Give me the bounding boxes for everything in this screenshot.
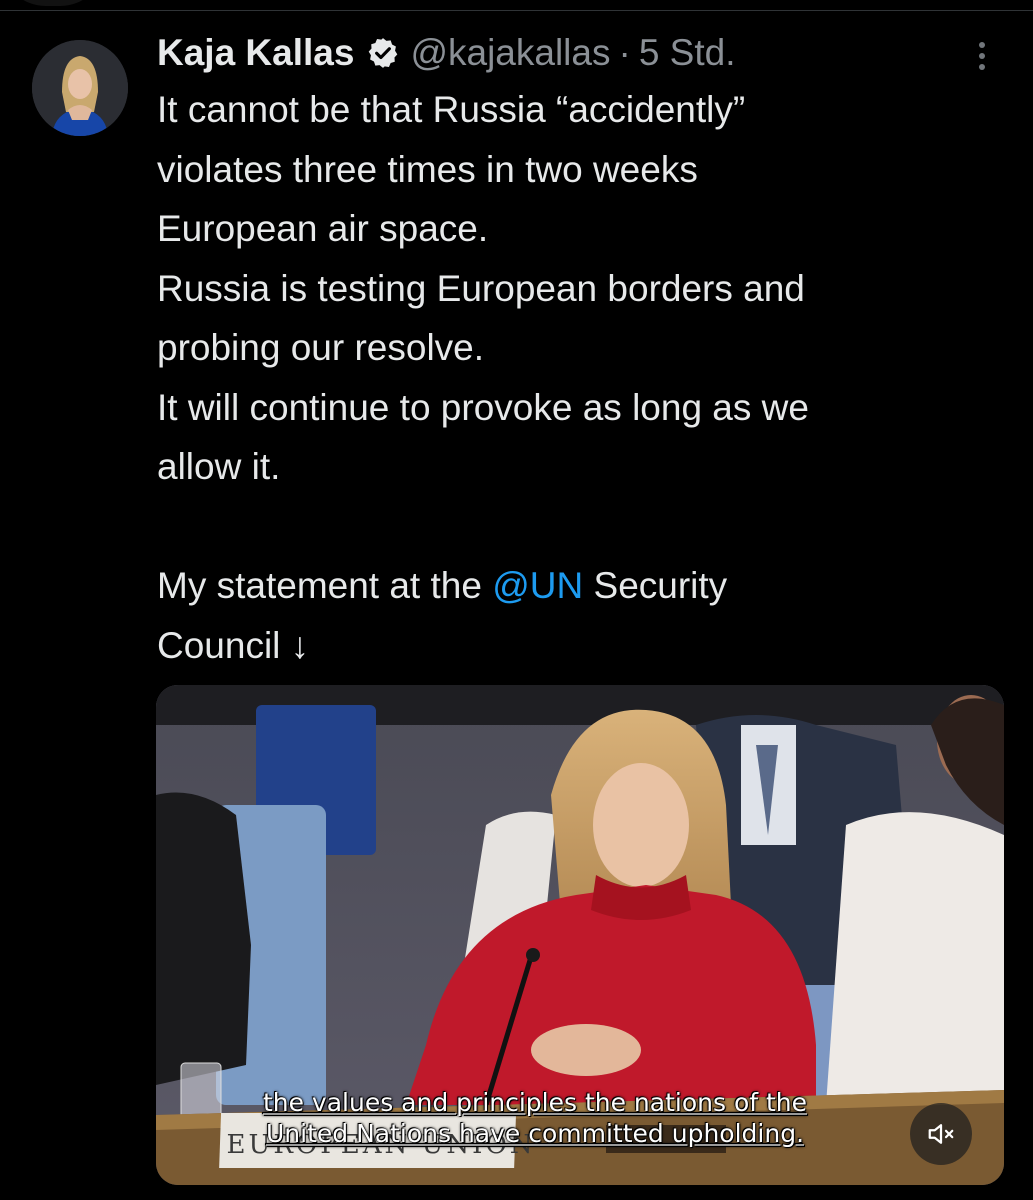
tweet-header: Kaja Kallas @kajakallas · 5 Std. (157, 28, 736, 78)
caption-line: United Nations have committed upholding. (265, 1119, 805, 1148)
tweet-text-line (157, 497, 997, 557)
tweet-text-line: violates three times in two weeks (157, 148, 698, 190)
tweet-text-line: It cannot be that Russia “accidently” (157, 89, 746, 130)
tweet-statement-line: Council ↓ (157, 624, 310, 666)
mute-button[interactable] (910, 1103, 972, 1165)
user-handle[interactable]: @kajakallas (410, 32, 610, 74)
caption-line: the values and principles the nations of… (262, 1088, 808, 1117)
tweet-text-line: Russia is testing European borders and (157, 267, 805, 309)
more-options-icon[interactable] (968, 36, 996, 76)
tweet-text-line: probing our resolve. (157, 327, 485, 368)
statement-text: Security (583, 565, 728, 606)
tweet-text-line: allow it. (157, 446, 281, 487)
tweet-text-line: European air space. (157, 208, 489, 249)
tweet-text-line: It will continue to provoke as long as w… (157, 386, 809, 428)
verified-badge-icon (366, 36, 400, 70)
video-caption: the values and principles the nations of… (156, 1087, 1004, 1149)
speaker-muted-icon (926, 1119, 956, 1149)
mention-link-un[interactable]: @UN (492, 565, 583, 606)
tweet-text: It cannot be that Russia “accidently” vi… (157, 80, 997, 675)
video-player[interactable]: EUROPEAN UNION the values and principles… (156, 685, 1004, 1185)
divider (0, 10, 1033, 11)
display-name[interactable]: Kaja Kallas (157, 32, 354, 74)
statement-text: My statement at the (157, 565, 493, 606)
previous-tweet-avatar[interactable]: ✎ (0, 0, 106, 6)
timestamp[interactable]: 5 Std. (639, 32, 736, 74)
tweet-statement-line: My statement at the @UN Security (157, 556, 997, 616)
avatar[interactable] (32, 40, 128, 136)
separator-dot: · (618, 32, 631, 73)
